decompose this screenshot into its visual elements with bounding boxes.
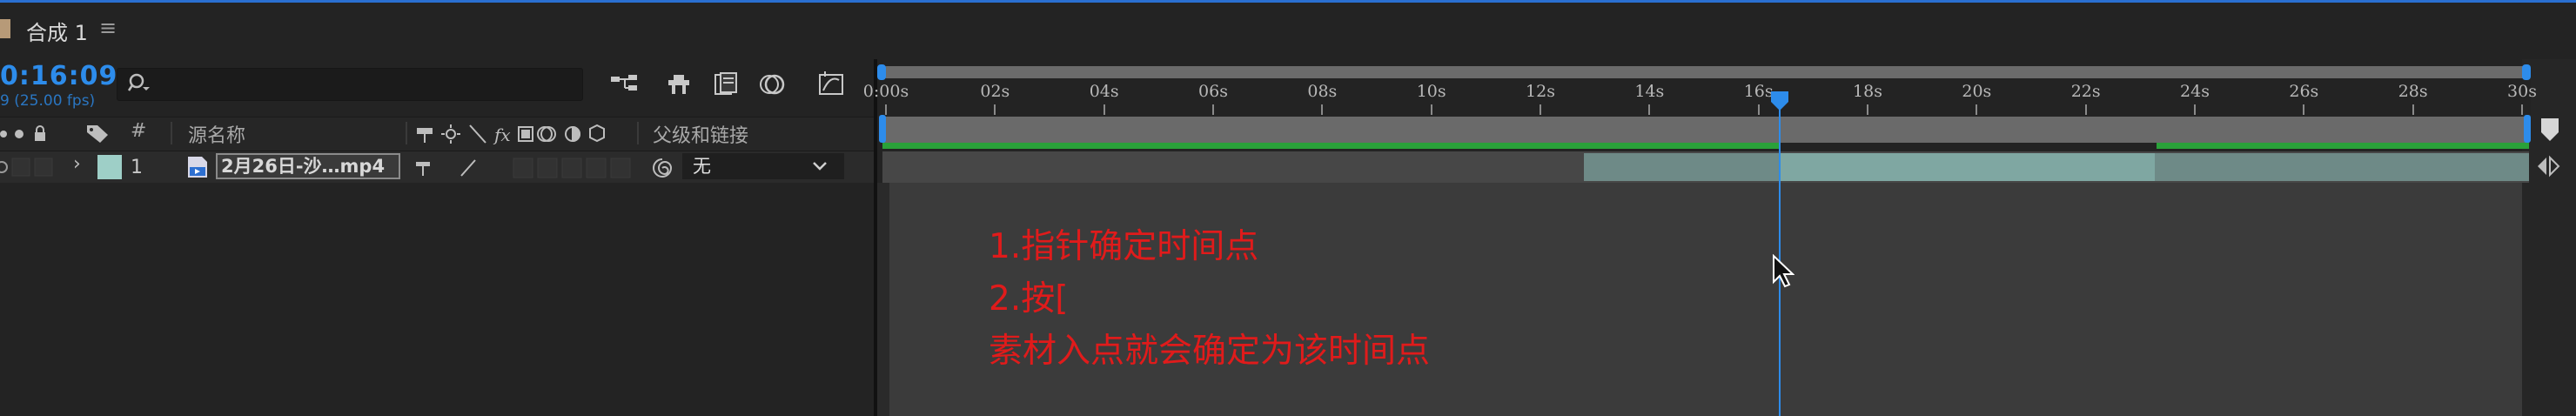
ruler-tick-label: 10s: [1416, 82, 1446, 101]
ruler-tick-label: 0:00s: [862, 82, 909, 101]
ruler-tick: [1321, 104, 1324, 115]
ruler-tick-label: 18s: [1853, 82, 1882, 101]
layer-switches[interactable]: [413, 157, 639, 179]
svg-text:fx: fx: [493, 124, 511, 145]
ruler-tick: [1212, 104, 1214, 115]
work-area-start-handle[interactable]: [879, 115, 886, 143]
source-name-header[interactable]: 源名称: [188, 120, 245, 148]
composition-color-swatch: [0, 19, 10, 38]
navigator-start-handle[interactable]: [877, 64, 886, 80]
ruler-tick-label: 24s: [2180, 82, 2210, 101]
column-separator: [171, 122, 172, 144]
composition-panel-header: [0, 0, 2576, 59]
frame-rate-readout: 9 (25.00 fps): [0, 92, 96, 110]
shy-layers-icon[interactable]: [663, 70, 694, 99]
ruler-tick: [2194, 104, 2196, 115]
composition-tab-title[interactable]: 合成 1: [26, 16, 88, 46]
ruler-tick: [1757, 104, 1760, 115]
label-tag-icon: [87, 125, 108, 143]
layer-name-field[interactable]: 2月26日-沙…mp4: [216, 153, 400, 179]
ruler-tick-label: 22s: [2070, 82, 2101, 101]
ruler-tick-label: 02s: [980, 82, 1010, 101]
render-cache-bar: [2157, 143, 2529, 149]
navigator-end-handle[interactable]: [2522, 64, 2531, 80]
time-navigator-bar[interactable]: [881, 66, 2531, 78]
layer-number: 1: [131, 157, 143, 178]
ruler-tick: [1540, 104, 1541, 115]
playhead-handle-icon[interactable]: [1770, 91, 1789, 111]
layer-av-switches[interactable]: [0, 157, 61, 178]
layer-bar-trimmed-after[interactable]: [2155, 153, 2529, 181]
annotation-line-3: 素材入点就会确定为该时间点: [989, 332, 1431, 371]
search-input[interactable]: [117, 68, 583, 101]
video-footage-icon: [188, 157, 207, 178]
ruler-tick: [1430, 104, 1432, 115]
ruler-tick: [994, 104, 996, 115]
search-icon[interactable]: [127, 71, 151, 96]
keyframe-nav-icon[interactable]: [2534, 153, 2566, 179]
expand-chevron-icon[interactable]: ›: [73, 153, 81, 175]
parent-link-header[interactable]: 父级和链接: [653, 120, 748, 148]
column-separator: [406, 122, 407, 144]
ruler-tick-label: 14s: [1634, 82, 1665, 101]
ruler-tick-label: 08s: [1307, 82, 1338, 101]
work-area-bar[interactable]: [882, 117, 2529, 143]
ruler-tick-label: 12s: [1526, 82, 1555, 101]
annotation-line-1: 1.指针确定时间点: [989, 227, 1259, 266]
column-separator: [637, 122, 639, 144]
render-cache-bar: [882, 143, 1779, 149]
ruler-tick: [885, 104, 887, 115]
ruler-tick: [1867, 104, 1868, 115]
ruler-tick: [2303, 104, 2305, 115]
graph-editor-icon[interactable]: [816, 70, 848, 99]
layer-bar-trimmed-before[interactable]: [1584, 153, 1781, 181]
layer-bar-active[interactable]: [1781, 153, 2155, 181]
frame-blending-icon[interactable]: [710, 70, 741, 99]
time-ruler[interactable]: [881, 80, 2531, 115]
ruler-tick: [2084, 104, 2087, 115]
annotation-line-2: 2.按[: [989, 279, 1069, 319]
ruler-tick-label: 16s: [1743, 82, 1774, 101]
ruler-tick-label: 20s: [1962, 82, 1992, 101]
ruler-tick: [2412, 104, 2414, 115]
layer-label-color[interactable]: [97, 155, 122, 179]
ruler-tick: [1648, 104, 1651, 115]
timeline-track-area[interactable]: [877, 183, 2522, 416]
current-time-display[interactable]: 0:16:09: [0, 61, 117, 91]
ruler-tick-label: 30s: [2507, 82, 2537, 101]
chevron-down-icon: [813, 162, 827, 171]
ruler-tick: [1976, 104, 1978, 115]
ruler-tick-label: 26s: [2289, 82, 2319, 101]
av-switches-header-icon: [0, 125, 45, 141]
ruler-tick: [2521, 104, 2523, 115]
panel-menu-icon[interactable]: ≡: [99, 16, 117, 40]
ruler-tick-label: 06s: [1198, 82, 1228, 101]
work-area-end-handle[interactable]: [2524, 115, 2531, 143]
mouse-cursor-icon: [1773, 254, 1794, 288]
ruler-tick: [1103, 104, 1105, 115]
layer-number-header: #: [131, 120, 147, 142]
composition-flowchart-icon[interactable]: [609, 70, 641, 99]
layer-switches-header-icons: fx: [417, 124, 605, 145]
ruler-tick-label: 28s: [2398, 82, 2428, 101]
motion-blur-icon[interactable]: [757, 70, 788, 99]
ruler-tick-label: 04s: [1089, 82, 1119, 101]
timeline-left-gutter: [877, 183, 889, 416]
pick-whip-icon[interactable]: [651, 157, 674, 179]
comp-button-icon[interactable]: [2539, 117, 2560, 143]
